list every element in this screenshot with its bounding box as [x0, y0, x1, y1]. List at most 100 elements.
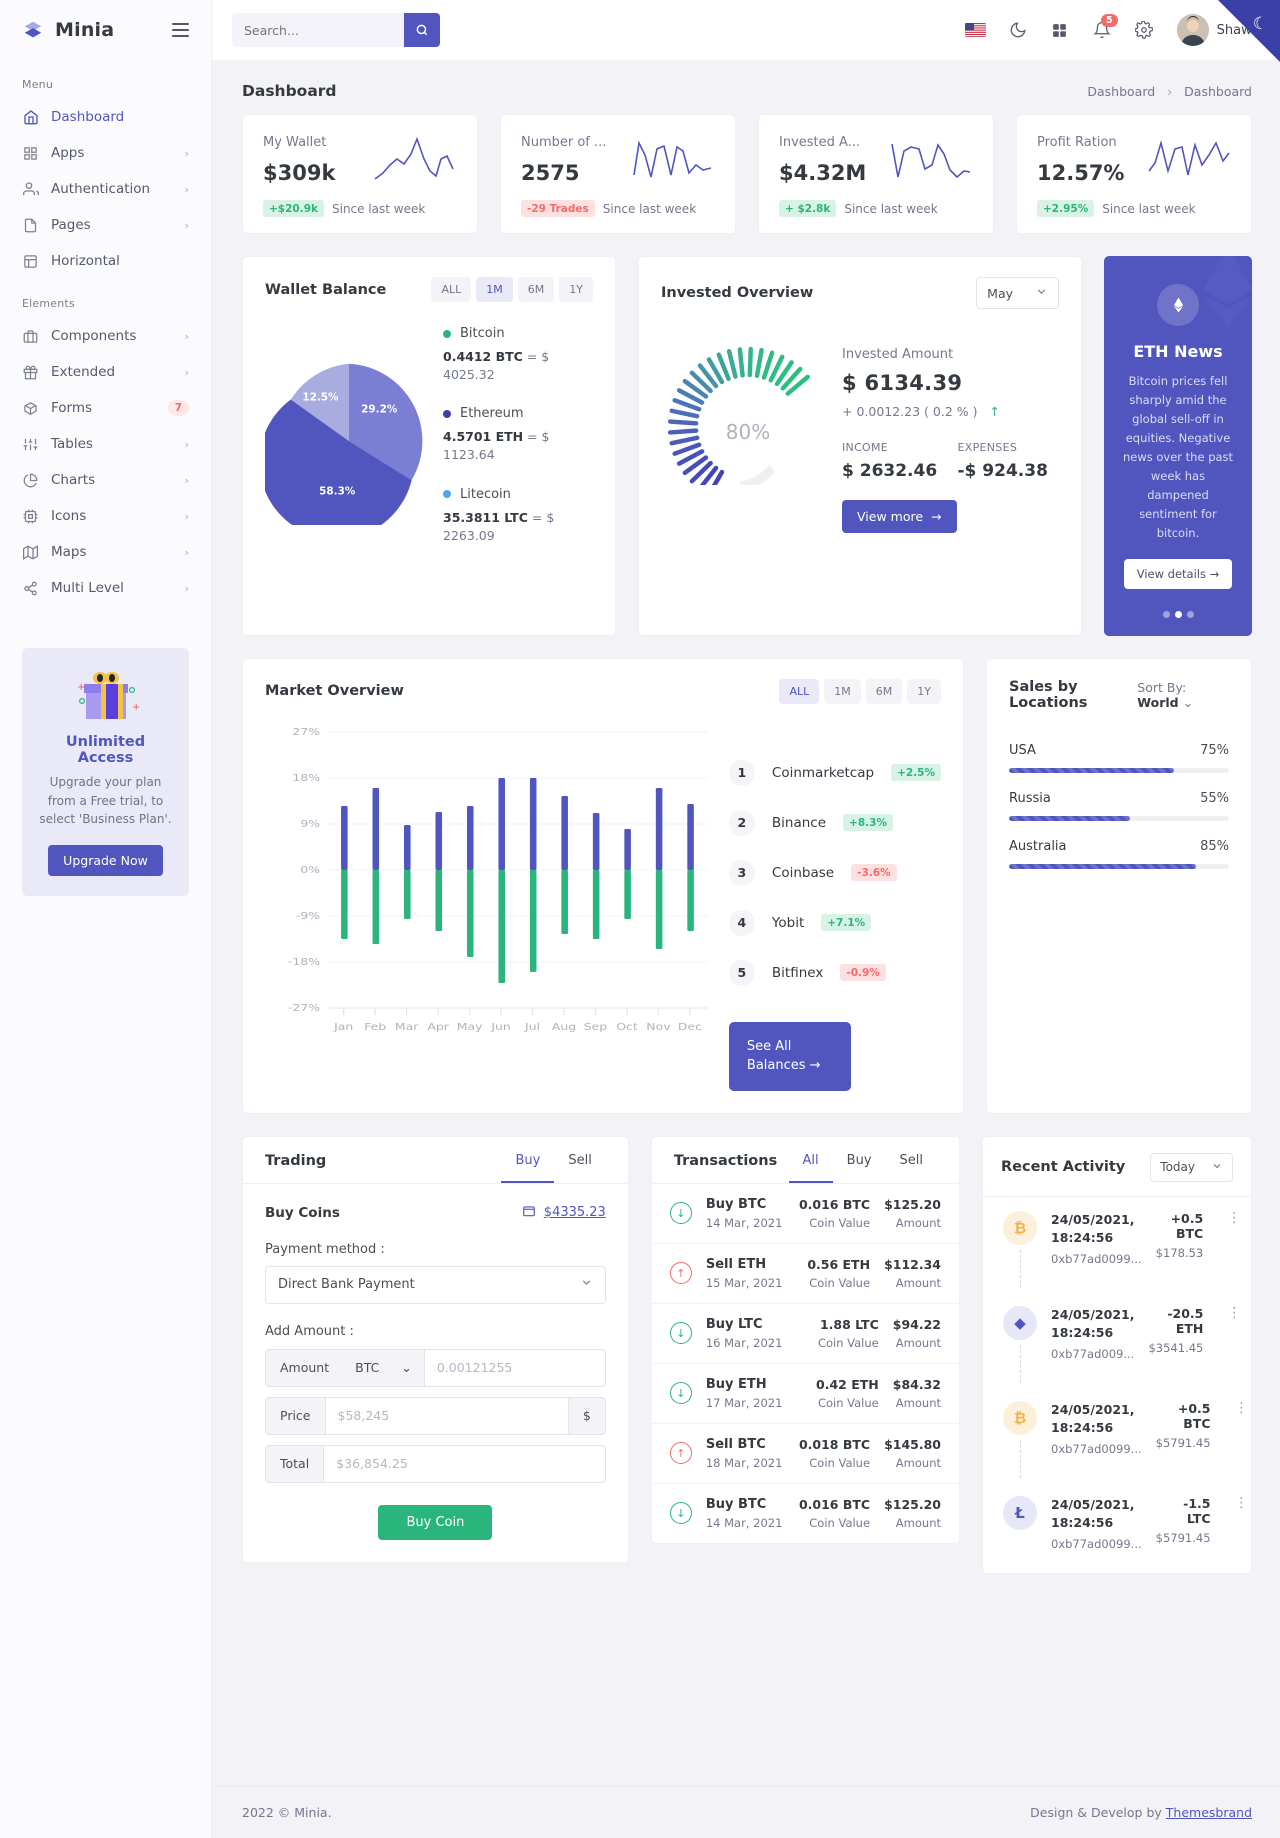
list-item[interactable]: ₿ 24/05/2021, 18:24:56 0xb77ad0099... +0.… — [983, 1197, 1251, 1292]
hamburger-icon[interactable] — [172, 23, 189, 37]
more-options-icon[interactable]: ⋮ — [1225, 1496, 1249, 1551]
map-icon — [22, 544, 39, 561]
more-options-icon[interactable]: ⋮ — [1225, 1401, 1249, 1478]
expenses-value: -$ 924.38 — [957, 461, 1048, 481]
notification-count-badge: 5 — [1101, 14, 1118, 27]
legend-value: 4.5701 ETH = $ 1123.64 — [443, 428, 593, 464]
rank-item-bitfinex[interactable]: 5 Bitfinex -0.9% — [728, 959, 941, 986]
notifications-button[interactable]: 5 — [1083, 11, 1121, 49]
sidebar-item-charts[interactable]: Charts › — [0, 462, 211, 498]
table-row[interactable]: ↓ Buy BTC 14 Mar, 2021 0.016 BTC Coin Valu… — [651, 1184, 959, 1244]
market-range-all[interactable]: ALL — [779, 678, 820, 704]
rank-item-coinmarketcap[interactable]: 1 Coinmarketcap +2.5% — [728, 759, 941, 786]
market-range-1m[interactable]: 1M — [824, 678, 861, 704]
transactions-tab-sell[interactable]: Sell — [886, 1153, 937, 1183]
sidebar-section-menu: Menu — [22, 78, 54, 91]
rank-item-binance[interactable]: 2 Binance +8.3% — [728, 809, 941, 836]
ethereum-icon: ◆ — [1003, 1305, 1037, 1340]
sidebar-item-components[interactable]: Components › — [0, 318, 211, 354]
table-row[interactable]: ↓ Buy BTC 14 Mar, 2021 0.016 BTC Coin Valu… — [652, 1484, 959, 1543]
wallet-range-6m[interactable]: 6M — [517, 277, 555, 302]
view-more-button[interactable]: View more → — [842, 500, 957, 534]
wallet-range-1m[interactable]: 1M — [476, 277, 513, 302]
market-range-6m[interactable]: 6M — [865, 678, 903, 704]
carousel-dot-2[interactable] — [1174, 610, 1182, 618]
sidebar-item-tables[interactable]: Tables › — [0, 426, 211, 462]
more-options-icon[interactable]: ⋮ — [1217, 1306, 1241, 1383]
wallet-pie-chart: 29.2% 12.5% 58.3% — [259, 357, 433, 540]
more-options-icon[interactable]: ⋮ — [1217, 1211, 1241, 1288]
current-price-link[interactable]: $4335.23 — [522, 1204, 606, 1222]
sidebar-item-multi-level[interactable]: Multi Level › — [0, 570, 211, 606]
amount-input[interactable] — [424, 1349, 605, 1386]
upgrade-now-button[interactable]: Upgrade Now — [48, 844, 163, 876]
brand-link[interactable]: Minia — [22, 19, 114, 41]
search-button[interactable] — [404, 13, 440, 47]
transactions-tab-all[interactable]: All — [788, 1153, 833, 1183]
language-selector[interactable] — [957, 11, 995, 49]
legend-dot-litecoin — [443, 490, 451, 498]
activity-time: 24/05/2021, 18:24:56 — [1051, 1306, 1135, 1340]
table-row[interactable]: ↓ Buy ETH 17 Mar, 2021 0.42 ETH Coin Value… — [651, 1364, 959, 1424]
stat-since: Since last week — [844, 201, 938, 216]
transactions-tab-buy[interactable]: Buy — [833, 1153, 886, 1183]
amount-addon: Amount — [266, 1349, 344, 1386]
brand-header: Minia — [0, 0, 211, 60]
location-name: Russia — [1009, 790, 1051, 806]
month-select[interactable]: May — [976, 277, 1059, 309]
breadcrumb-parent[interactable]: Dashboard — [1087, 84, 1155, 99]
invested-summary: Invested Amount $ 6134.39 + 0.0012.23 ( … — [842, 325, 1059, 534]
footer-copyright: 2022 © Minia. — [242, 1805, 332, 1820]
svg-text:Dec: Dec — [678, 1021, 702, 1032]
sidebar-item-extended[interactable]: Extended › — [0, 354, 211, 390]
carousel-dot-1[interactable] — [1162, 610, 1170, 618]
market-range-1y[interactable]: 1Y — [907, 678, 941, 704]
list-item[interactable]: ◆ 24/05/2021, 18:24:56 0xb77ad009... -20.… — [983, 1292, 1251, 1387]
location-row-usa: USA 75% — [1009, 743, 1229, 773]
sidebar-item-icons[interactable]: Icons › — [0, 498, 211, 534]
rank-item-yobit[interactable]: 4 Yobit +7.1% — [728, 909, 941, 936]
sales-sort-dropdown[interactable]: Sort By: World ⌄ — [1137, 680, 1229, 710]
price-input[interactable] — [325, 1397, 568, 1434]
view-details-button[interactable]: View details → — [1123, 558, 1233, 589]
sidebar-item-pages[interactable]: Pages › — [0, 207, 211, 243]
legend-name: Ethereum — [460, 406, 524, 422]
moon-corner-icon[interactable]: ☾ — [1253, 14, 1268, 34]
wallet-range-1y[interactable]: 1Y — [559, 277, 593, 302]
total-input[interactable] — [324, 1445, 605, 1482]
sidebar-item-dashboard[interactable]: Dashboard — [0, 99, 211, 135]
sidebar-item-horizontal[interactable]: Horizontal — [0, 243, 211, 279]
rank-item-coinbase[interactable]: 3 Coinbase -3.6% — [728, 859, 941, 886]
sidebar-item-apps[interactable]: Apps › — [0, 135, 211, 171]
trading-tab-sell[interactable]: Sell — [554, 1153, 605, 1183]
location-percent: 75% — [1200, 742, 1229, 758]
sidebar-item-maps[interactable]: Maps › — [0, 534, 211, 570]
market-ranking-list: 1 Coinmarketcap +2.5% 2 Binance +8.3% 3 — [711, 712, 941, 1091]
transaction-amount-label: Amount — [895, 1455, 941, 1470]
list-item[interactable]: Ł 24/05/2021, 18:24:56 0xb77ad0099... -1.… — [983, 1482, 1251, 1573]
currency-select[interactable]: BTC ⌄ — [343, 1349, 425, 1386]
settings-button[interactable] — [1125, 11, 1163, 49]
trading-tab-buy[interactable]: Buy — [501, 1153, 555, 1183]
carousel-dot-3[interactable] — [1186, 610, 1194, 618]
sidebar-item-authentication[interactable]: Authentication › — [0, 171, 211, 207]
dark-mode-toggle[interactable] — [999, 11, 1037, 49]
see-all-balances-button[interactable]: See All Balances → — [728, 1021, 851, 1091]
apps-menu-button[interactable] — [1041, 11, 1079, 49]
moon-icon — [1010, 22, 1026, 38]
footer-credit-link[interactable]: Themesbrand — [1166, 1805, 1252, 1820]
activity-filter-select[interactable]: Today — [1150, 1152, 1233, 1182]
table-row[interactable]: ↓ Buy LTC 16 Mar, 2021 1.88 LTC Coin Value… — [651, 1304, 959, 1364]
sidebar-item-forms[interactable]: Forms 7 — [0, 390, 211, 426]
list-item[interactable]: ₿ 24/05/2021, 18:24:56 0xb77ad0099... +0.… — [983, 1387, 1251, 1482]
transaction-amount-label: Amount — [895, 1335, 941, 1350]
table-row[interactable]: ↑ Sell BTC 18 Mar, 2021 0.018 BTC Coin Val… — [651, 1424, 959, 1484]
search-input[interactable] — [232, 13, 404, 47]
payment-method-select[interactable]: Direct Bank Payment — [265, 1265, 606, 1304]
chevron-down-icon — [580, 1276, 593, 1293]
buy-coin-button[interactable]: Buy Coin — [378, 1504, 493, 1540]
breadcrumb-current: Dashboard — [1184, 83, 1252, 99]
table-row[interactable]: ↑ Sell ETH 15 Mar, 2021 0.56 ETH Coin Valu… — [651, 1244, 959, 1304]
rank-change: -3.6% — [851, 864, 897, 882]
wallet-range-all[interactable]: ALL — [431, 277, 472, 302]
